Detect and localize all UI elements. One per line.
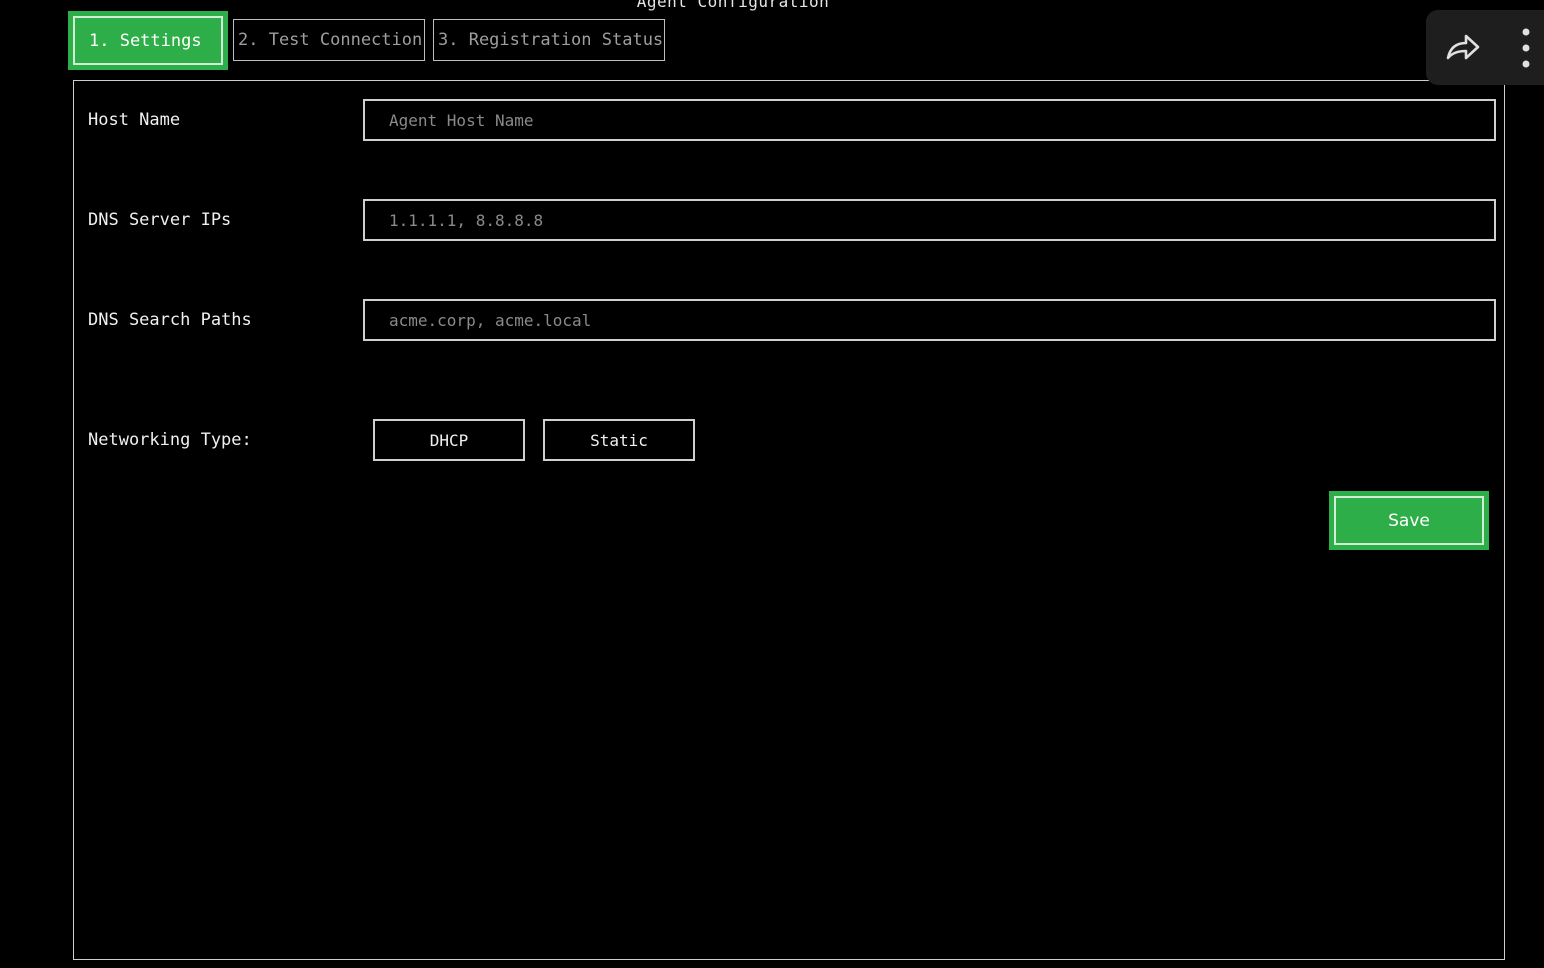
save-button-label: Save xyxy=(1334,496,1484,545)
tab-settings-label: 1. Settings xyxy=(73,16,223,65)
dhcp-button[interactable]: DHCP xyxy=(373,419,525,461)
dns-server-ips-label: DNS Server IPs xyxy=(88,210,232,230)
tab-test-connection[interactable]: 2. Test Connection xyxy=(233,19,425,61)
screen: Agent Configuration 1. Settings 2. Test … xyxy=(0,0,1544,968)
window-title: Agent Configuration xyxy=(636,0,830,11)
static-button[interactable]: Static xyxy=(543,419,695,461)
host-name-label: Host Name xyxy=(88,110,181,130)
tab-registration-status[interactable]: 3. Registration Status xyxy=(433,19,665,61)
dns-search-paths-label: DNS Search Paths xyxy=(88,310,252,330)
share-forward-icon[interactable] xyxy=(1442,28,1482,68)
networking-type-label: Networking Type: xyxy=(88,430,252,450)
more-vert-icon[interactable] xyxy=(1518,28,1534,68)
dns-search-paths-input[interactable] xyxy=(363,299,1496,341)
floating-toolbar xyxy=(1426,10,1544,85)
host-name-input[interactable] xyxy=(363,99,1496,141)
dns-server-ips-input[interactable] xyxy=(363,199,1496,241)
tab-settings[interactable]: 1. Settings xyxy=(68,11,228,70)
save-button[interactable]: Save xyxy=(1329,491,1489,550)
